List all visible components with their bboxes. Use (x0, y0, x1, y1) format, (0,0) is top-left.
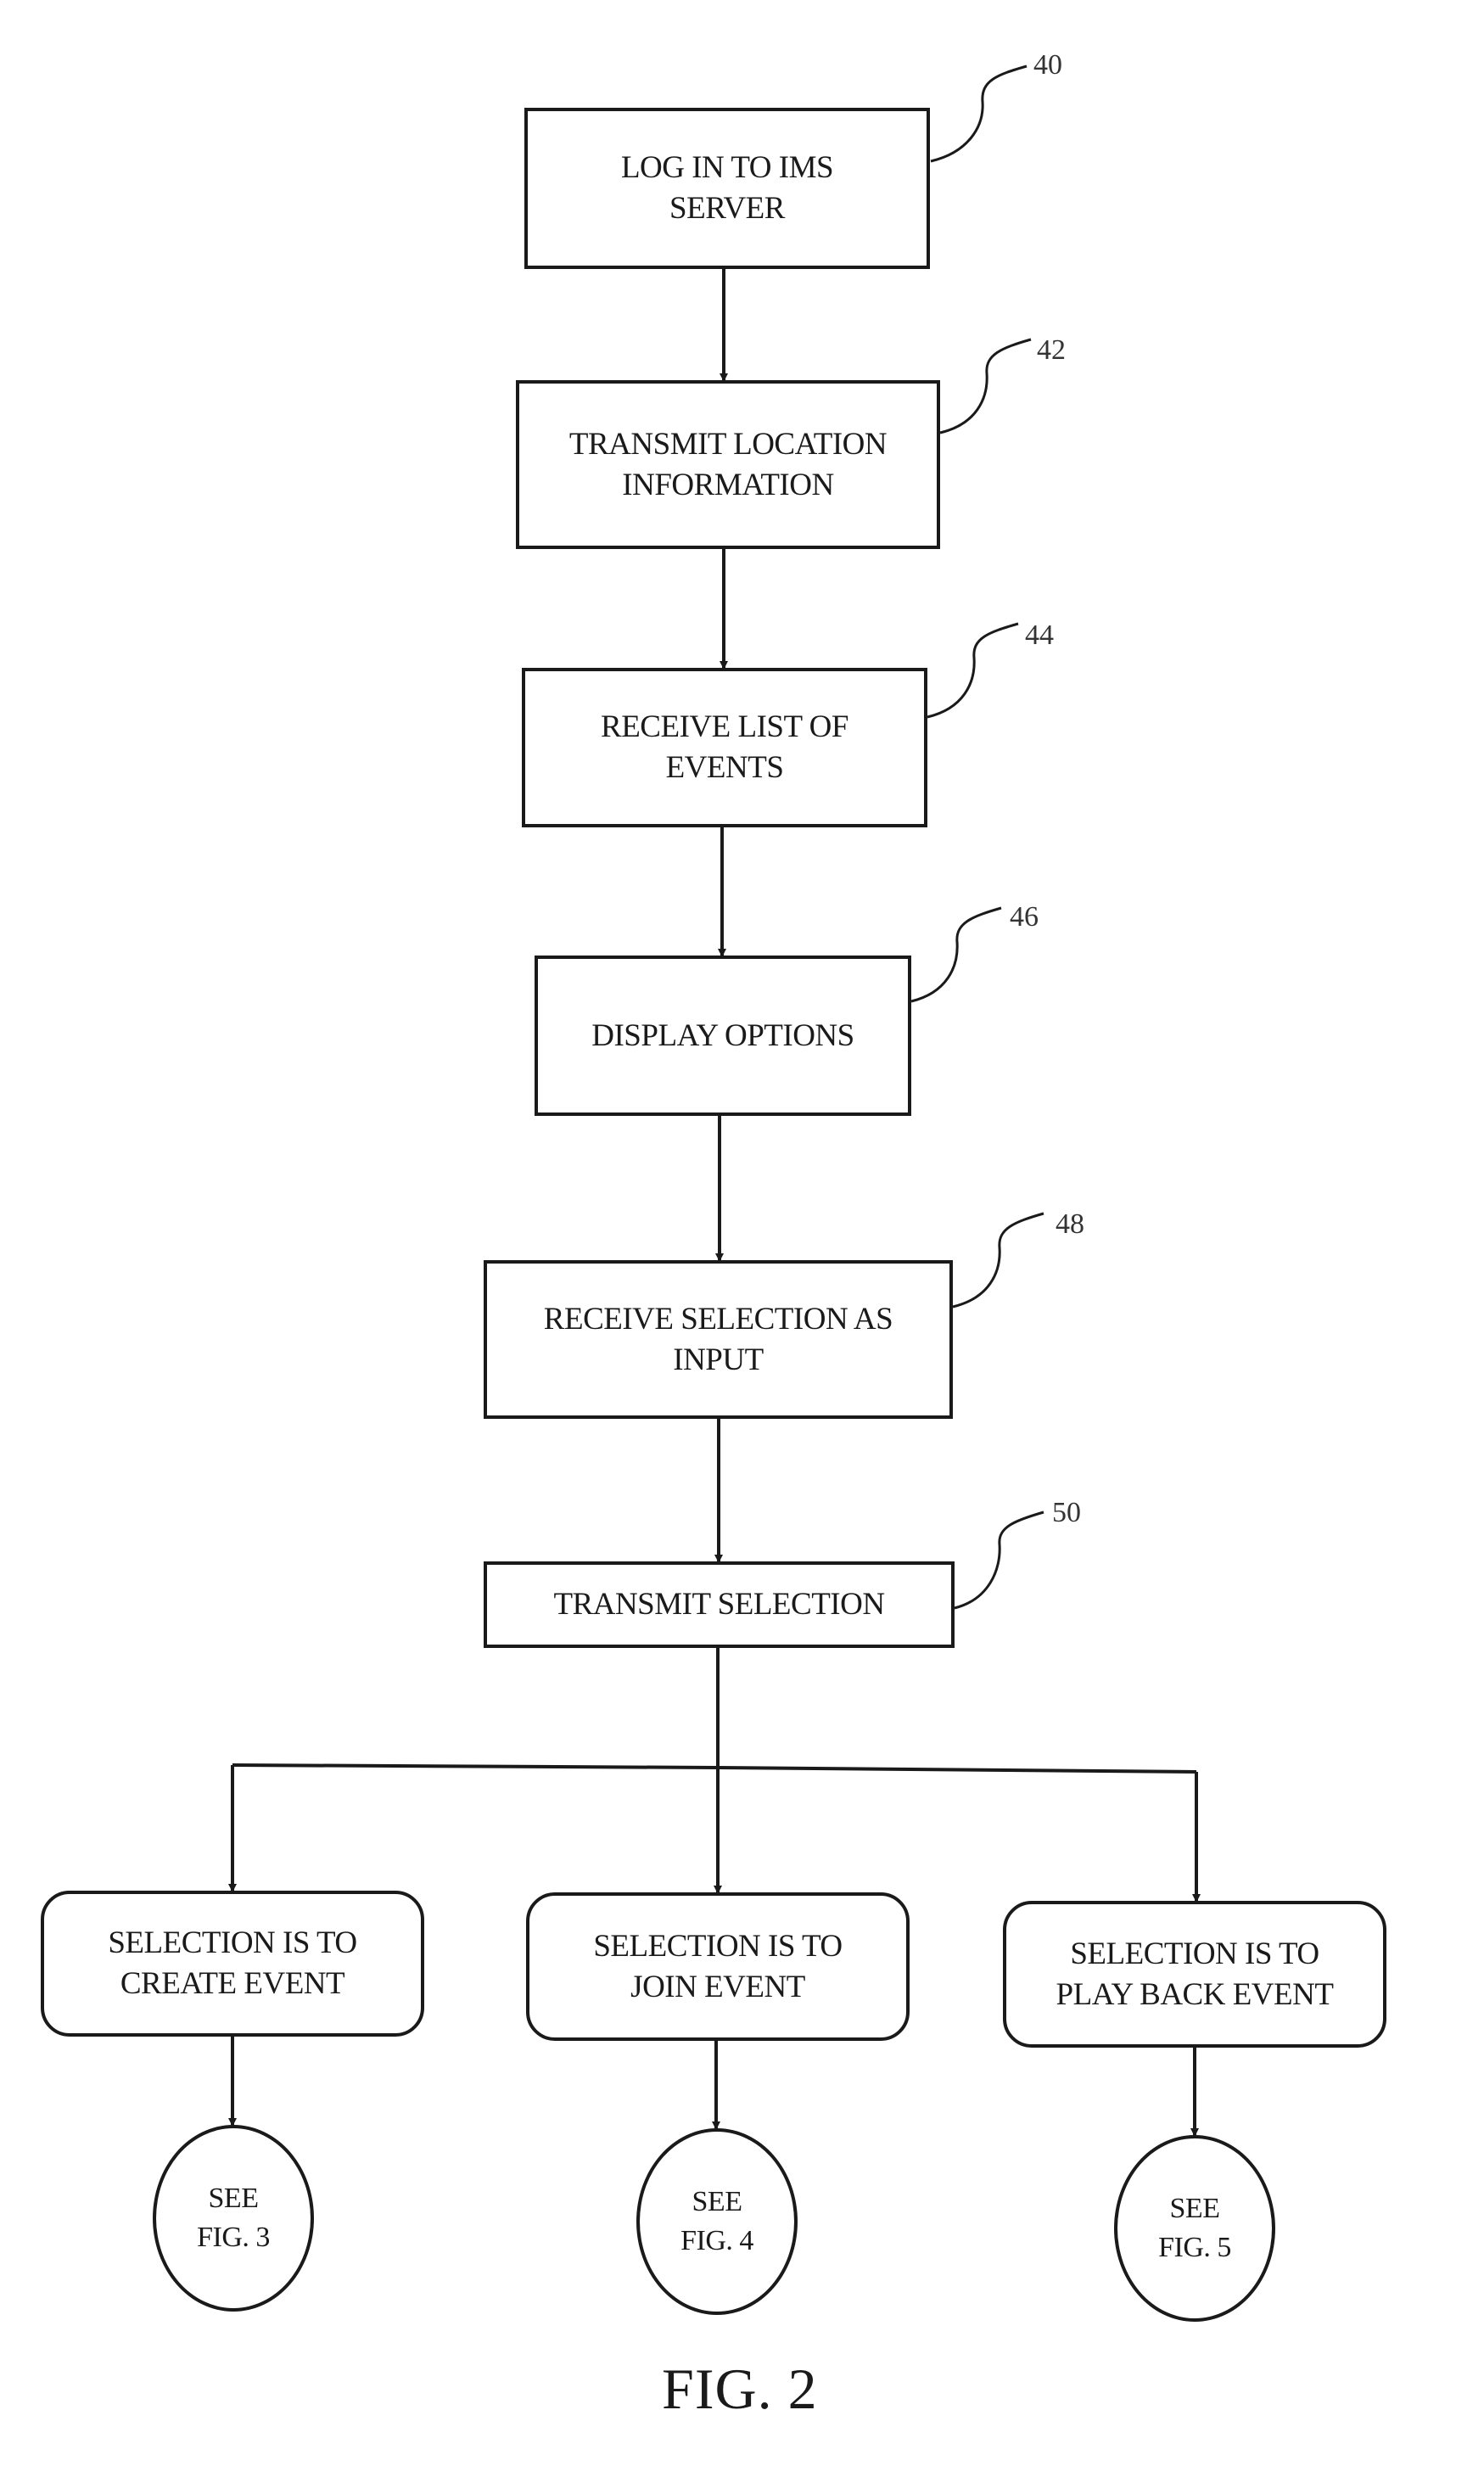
flowchart: LOG IN TO IMS SERVER 40 TRANSMIT LOCATIO… (0, 0, 1484, 2466)
ref-leader-46 (910, 906, 1002, 1003)
connector-see-fig-4-label: SEE FIG. 4 (680, 2186, 753, 2256)
branch-join-event: SELECTION IS TO JOIN EVENT (526, 1892, 910, 2041)
ref-leader-42 (939, 338, 1032, 434)
connector-see-fig-3: SEE FIG. 3 (153, 2125, 314, 2312)
ref-number-40: 40 (1033, 49, 1062, 81)
connector-see-fig-4: SEE FIG. 4 (636, 2128, 798, 2315)
step-receive-events-label: RECEIVE LIST OF EVENTS (601, 709, 848, 785)
connector-see-fig-5-label: SEE FIG. 5 (1158, 2193, 1231, 2263)
ref-number-44: 44 (1025, 619, 1054, 651)
step-display-options: DISPLAY OPTIONS (535, 956, 911, 1116)
branch-create-event-label: SELECTION IS TO CREATE EVENT (108, 1925, 357, 2001)
step-display-options-label: DISPLAY OPTIONS (591, 1017, 854, 1053)
branch-join-event-label: SELECTION IS TO JOIN EVENT (593, 1928, 843, 2004)
connector-see-fig-3-label: SEE FIG. 3 (197, 2183, 270, 2253)
branch-play-back-event: SELECTION IS TO PLAY BACK EVENT (1003, 1901, 1386, 2048)
ref-number-50: 50 (1052, 1497, 1081, 1528)
step-transmit-selection: TRANSMIT SELECTION (484, 1561, 955, 1648)
connector-see-fig-5: SEE FIG. 5 (1114, 2135, 1275, 2322)
ref-leader-44 (927, 622, 1019, 719)
step-receive-selection-label: RECEIVE SELECTION AS INPUT (543, 1301, 893, 1377)
figure-title: FIG. 2 (662, 2357, 818, 2421)
ref-leader-50 (954, 1510, 1044, 1610)
step-receive-selection: RECEIVE SELECTION AS INPUT (484, 1260, 953, 1419)
branch-create-event: SELECTION IS TO CREATE EVENT (41, 1891, 424, 2037)
ref-leader-40 (930, 64, 1028, 163)
ref-number-46: 46 (1010, 901, 1039, 933)
branch-play-back-event-label: SELECTION IS TO PLAY BACK EVENT (1056, 1936, 1334, 2012)
step-receive-events: RECEIVE LIST OF EVENTS (522, 668, 927, 827)
ref-number-42: 42 (1037, 334, 1066, 366)
connector-layer (228, 64, 1201, 2137)
ref-number-48: 48 (1056, 1208, 1084, 1240)
ref-leader-48 (952, 1212, 1044, 1309)
step-log-in-label: LOG IN TO IMS SERVER (620, 150, 834, 226)
step-transmit-location-label: TRANSMIT LOCATION INFORMATION (568, 426, 888, 502)
branch-bar (232, 1763, 1197, 1774)
step-transmit-selection-label: TRANSMIT SELECTION (553, 1587, 885, 1622)
step-log-in: LOG IN TO IMS SERVER (524, 108, 930, 269)
step-transmit-location: TRANSMIT LOCATION INFORMATION (516, 380, 940, 549)
